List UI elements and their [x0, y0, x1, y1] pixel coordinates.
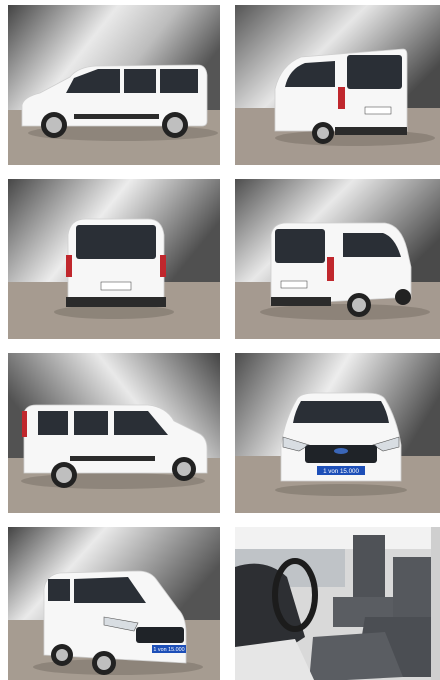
- van-rear-image: [8, 179, 220, 339]
- promo-plate-text: 1 von 15.000: [323, 468, 359, 475]
- gallery-photo-front[interactable]: 1 von 15.000: [235, 353, 440, 513]
- van-front-image: 1 von 15.000: [235, 353, 440, 513]
- gallery-photo-rear-right[interactable]: [235, 179, 440, 339]
- van-front-left-image: 1 von 15.000: [8, 527, 220, 680]
- van-rear-left-image: [235, 5, 440, 165]
- van-rear-right-image: [235, 179, 440, 339]
- van-side-right-image: [8, 353, 220, 513]
- gallery-photo-side-left[interactable]: [8, 5, 220, 165]
- gallery-photo-side-right[interactable]: [8, 353, 220, 513]
- promo-plate-text-2: 1 von 15.000: [153, 647, 184, 653]
- van-interior-image: [235, 527, 440, 680]
- gallery-photo-interior[interactable]: [235, 527, 440, 680]
- gallery-photo-rear-left[interactable]: [235, 5, 440, 165]
- gallery-photo-front-left[interactable]: 1 von 15.000: [8, 527, 220, 680]
- photo-gallery: 1 von 15.000 1 von 15.000: [0, 0, 440, 680]
- gallery-photo-rear[interactable]: [8, 179, 220, 339]
- van-side-left-image: [8, 5, 220, 165]
